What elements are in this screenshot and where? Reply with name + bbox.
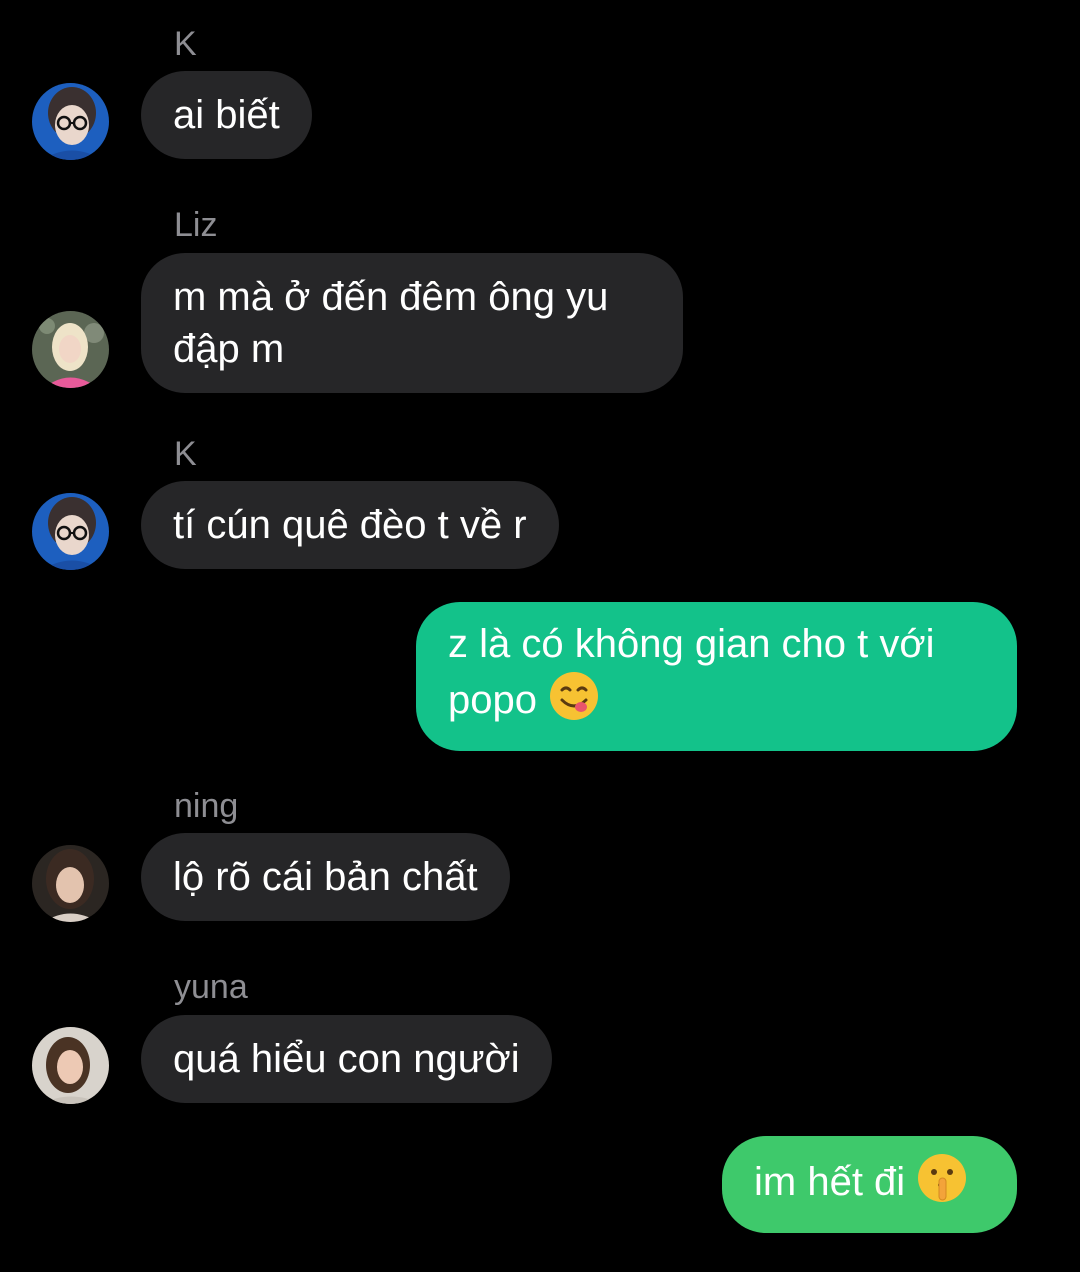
message-bubble[interactable]: m mà ở đến đêm ông yu đập m: [141, 253, 683, 393]
message-text: quá hiểu con người: [173, 1037, 520, 1081]
avatar-ning[interactable]: [32, 845, 109, 922]
avatar-liz[interactable]: [32, 311, 109, 388]
avatar-yuna[interactable]: [32, 1027, 109, 1104]
shushing-face-emoji: [916, 1152, 968, 1217]
sender-name: Liz: [174, 206, 218, 244]
message-bubble[interactable]: lộ rõ cái bản chất: [141, 833, 510, 921]
sender-name: K: [174, 435, 197, 473]
message-text: im hết đi: [754, 1160, 906, 1205]
message-bubble[interactable]: ai biết: [141, 71, 312, 159]
message-bubble[interactable]: tí cún quê đèo t về r: [141, 481, 559, 569]
face-savoring-food-emoji: [548, 670, 600, 735]
message-bubble[interactable]: quá hiểu con người: [141, 1015, 552, 1103]
message-text: tí cún quê đèo t về r: [173, 503, 527, 547]
message-text: ai biết: [173, 93, 280, 137]
outgoing-message-bubble[interactable]: z là có không gian cho t với popo: [416, 602, 1017, 751]
outgoing-message-bubble[interactable]: im hết đi: [722, 1136, 1017, 1233]
avatar-k[interactable]: [32, 83, 109, 160]
message-text: m mà ở đến đêm ông yu đập m: [173, 275, 609, 371]
sender-name: ning: [174, 787, 239, 825]
sender-name: K: [174, 25, 197, 63]
sender-name: yuna: [174, 968, 248, 1006]
avatar-k[interactable]: [32, 493, 109, 570]
message-text: lộ rõ cái bản chất: [173, 855, 478, 899]
message-text: z là có không gian cho t với popo: [448, 622, 935, 723]
